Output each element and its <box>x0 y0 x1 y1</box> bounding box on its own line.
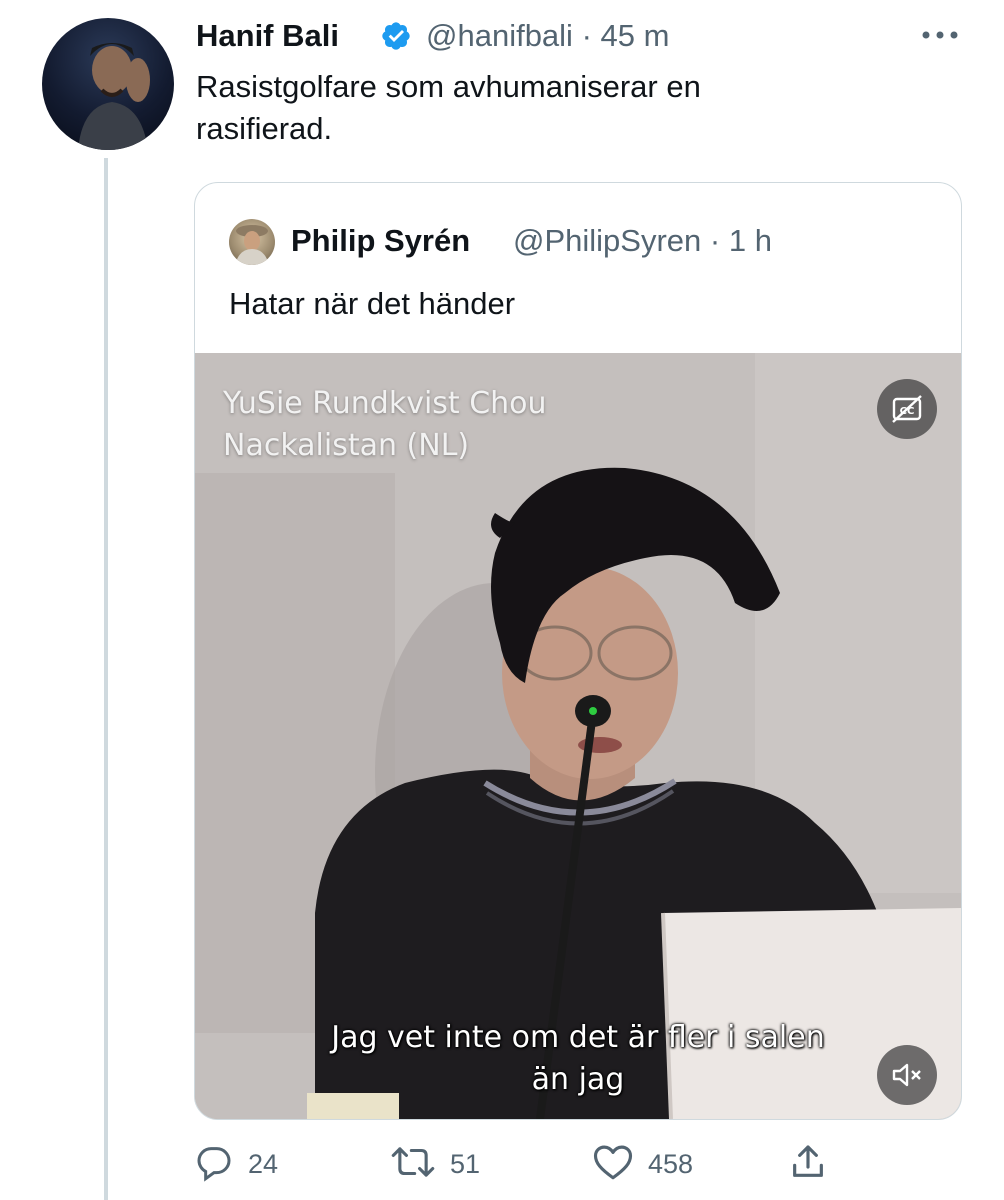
heart-icon <box>592 1142 634 1187</box>
author-handle[interactable]: @hanifbali <box>426 18 573 53</box>
quoted-author-handle-time[interactable]: @PhilipSyren · 1 h <box>513 221 772 261</box>
retweet-count: 51 <box>450 1148 481 1179</box>
author-name[interactable]: Hanif Bali <box>196 16 339 56</box>
video-title-line: Nackalistan (NL) <box>223 428 470 463</box>
quoted-tweet-time[interactable]: 1 h <box>729 223 772 258</box>
quoted-author-name[interactable]: Philip Syrén <box>291 221 470 261</box>
separator: · <box>709 223 721 258</box>
retweet-button[interactable]: 51 <box>390 1142 480 1186</box>
video-subtitle-line: än jag <box>531 1062 625 1097</box>
reply-icon <box>194 1142 234 1187</box>
share-button[interactable] <box>788 1142 828 1186</box>
captions-off-icon[interactable]: CC <box>877 379 937 439</box>
quoted-tweet-text: Hatar när det händer <box>229 286 516 321</box>
like-count: 458 <box>648 1148 694 1179</box>
video-player[interactable]: YuSie Rundkvist Chou Nackalistan (NL) CC… <box>195 353 961 1119</box>
video-title-line: YuSie Rundkvist Chou <box>223 386 547 421</box>
tweet-text-line: Rasistgolfare som avhumaniserar en <box>196 69 701 104</box>
tweet-text: Rasistgolfare som avhumaniserar en rasif… <box>196 66 916 150</box>
share-icon <box>788 1141 828 1188</box>
more-dots-icon[interactable] <box>918 28 962 42</box>
reply-button[interactable]: 24 <box>194 1142 278 1186</box>
tweet-text-line: rasifierad. <box>196 111 333 146</box>
reply-count: 24 <box>248 1148 279 1179</box>
video-frame <box>195 353 961 1119</box>
quoted-author-avatar[interactable] <box>229 219 275 265</box>
muted-speaker-icon[interactable] <box>877 1045 937 1105</box>
quoted-tweet-card[interactable]: Philip Syrén @PhilipSyren · 1 h Hatar nä… <box>194 182 962 1120</box>
tweet-time[interactable]: 45 m <box>601 18 670 53</box>
author-handle-time[interactable]: @hanifbali · 45 m <box>426 16 669 56</box>
thread-line <box>104 158 108 1200</box>
quoted-author-handle[interactable]: @PhilipSyren <box>513 223 701 258</box>
author-avatar[interactable] <box>42 18 174 150</box>
verified-badge-icon <box>380 20 412 52</box>
like-button[interactable]: 458 <box>592 1142 693 1186</box>
separator: · <box>581 18 592 53</box>
retweet-icon <box>390 1142 436 1187</box>
video-subtitle-line: Jag vet inte om det är fler i salen <box>331 1020 825 1055</box>
